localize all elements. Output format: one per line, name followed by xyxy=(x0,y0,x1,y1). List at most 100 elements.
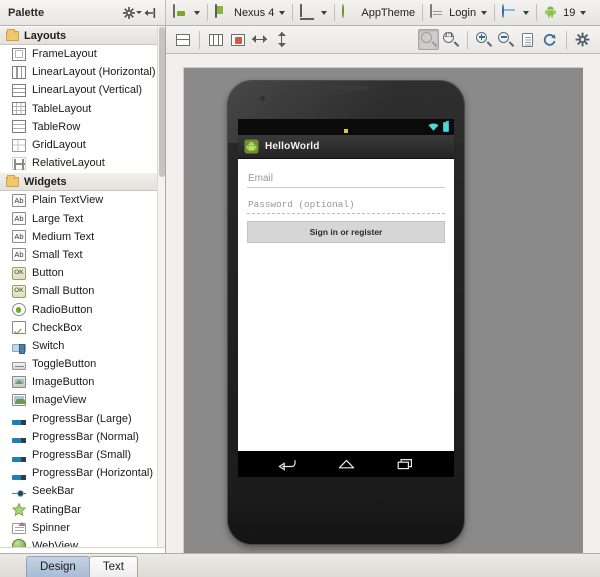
toolbar-separator xyxy=(207,4,208,21)
palette-item-label: Small Text xyxy=(32,248,83,261)
zoom-fit-icon[interactable] xyxy=(418,29,439,50)
button-ok-icon: OK xyxy=(12,266,26,280)
palette-item-relativelayout[interactable]: RelativeLayout xyxy=(0,154,158,173)
palette-item-ratingbar[interactable]: RatingBar xyxy=(0,500,158,519)
palette-item-linearlayout-vertical[interactable]: LinearLayout (Vertical) xyxy=(0,81,158,100)
tab-text[interactable]: Text xyxy=(88,556,138,577)
palette-item-switch[interactable]: Switch xyxy=(0,336,158,355)
palette-item-gridlayout[interactable]: GridLayout xyxy=(0,135,158,155)
palette-item-plain-textview[interactable]: Ab Plain TextView xyxy=(0,191,158,210)
palette-item-label: RatingBar xyxy=(32,503,81,516)
toolbar-item-api-level[interactable]: 19 xyxy=(540,2,590,23)
home-icon[interactable] xyxy=(337,457,356,471)
vertical-resize-icon[interactable] xyxy=(271,29,292,50)
recents-icon[interactable] xyxy=(396,457,415,471)
folder-icon xyxy=(6,174,19,187)
editor-bottom-bar: Design Text xyxy=(0,553,600,577)
layout-content[interactable]: Email Password (optional) Sign in or reg… xyxy=(238,159,454,451)
toolbar-item-device[interactable]: Nexus 4 xyxy=(211,2,289,23)
palette-scrollbar[interactable] xyxy=(157,26,165,553)
palette-item-label: Small Button xyxy=(32,285,95,298)
toolbar-item-locale[interactable] xyxy=(498,2,533,23)
toolbar-separator xyxy=(467,30,468,49)
palette-item-label: TableRow xyxy=(32,120,81,133)
text-ab-icon: Ab xyxy=(12,248,26,262)
zoom-actual-size-icon[interactable]: 1:1 xyxy=(440,29,461,50)
device-sensor-right xyxy=(427,96,432,101)
palette-item-checkbox[interactable]: CheckBox xyxy=(0,318,158,337)
palette-item-tablelayout[interactable]: TableLayout xyxy=(0,99,158,118)
palette-item-label: RelativeLayout xyxy=(32,157,105,170)
toolbar-item-device-config[interactable] xyxy=(169,2,204,23)
switch-icon xyxy=(12,343,26,354)
device-screen[interactable]: HelloWorld Email Password (optional) Sig… xyxy=(238,119,454,477)
gear-icon[interactable] xyxy=(572,29,593,50)
wifi-icon xyxy=(428,123,439,131)
toolbar-item-activity[interactable]: Login xyxy=(426,2,491,23)
layout-marker-dot xyxy=(344,129,348,133)
palette-group-widgets[interactable]: Widgets xyxy=(0,172,158,192)
palette-item-linearlayout-horizontal[interactable]: LinearLayout (Horizontal) xyxy=(0,63,158,82)
folder-icon xyxy=(6,28,19,41)
palette-item-large-text[interactable]: Ab Large Text xyxy=(0,209,158,228)
gear-icon[interactable] xyxy=(122,4,142,22)
zoom-out-icon[interactable] xyxy=(495,29,516,50)
toolbar-separator xyxy=(536,4,538,21)
toolbar-item-theme[interactable]: AppTheme xyxy=(338,2,419,23)
theme-icon xyxy=(342,3,358,21)
palette-item-label: LinearLayout (Vertical) xyxy=(32,84,143,97)
toolbar-separator xyxy=(422,4,424,21)
palette-item-progressbar-large[interactable]: ProgressBar (Large) xyxy=(0,409,158,428)
palette-item-framelayout[interactable]: FrameLayout xyxy=(0,45,158,64)
editor-tabs: Design Text xyxy=(26,556,138,577)
palette-scrollbar-thumb[interactable] xyxy=(159,27,165,177)
relative-layout-icon xyxy=(12,156,26,170)
canvas-surface[interactable]: HelloWorld Email Password (optional) Sig… xyxy=(183,67,583,553)
back-icon[interactable] xyxy=(277,457,297,471)
palette-item-spinner[interactable]: Spinner xyxy=(0,518,158,537)
palette-item-tablerow[interactable]: TableRow xyxy=(0,117,158,136)
tab-design[interactable]: Design xyxy=(26,556,90,577)
columns-icon[interactable] xyxy=(205,29,226,50)
palette-item-imageview[interactable]: ImageView xyxy=(0,391,158,410)
palette-item-small-button[interactable]: OK Small Button xyxy=(0,282,158,301)
progress-bar-icon xyxy=(12,456,26,462)
frame-layout-icon xyxy=(12,47,26,61)
toolbar-item-orientation[interactable] xyxy=(296,2,331,23)
device-icon xyxy=(215,3,231,21)
palette-item-seekbar[interactable]: SeekBar xyxy=(0,482,158,501)
refresh-icon[interactable] xyxy=(539,29,560,50)
palette-item-togglebutton[interactable]: ToggleButton xyxy=(0,355,158,374)
device-preview-nexus-4[interactable]: HelloWorld Email Password (optional) Sig… xyxy=(228,81,464,544)
zoom-in-icon[interactable] xyxy=(473,29,494,50)
palette-group-layouts[interactable]: Layouts xyxy=(0,26,158,45)
document-icon[interactable] xyxy=(517,29,538,50)
password-field[interactable]: Password (optional) xyxy=(247,195,445,214)
render-error-icon[interactable] xyxy=(227,29,248,50)
toolbar-separator xyxy=(334,4,336,21)
collapse-panel-icon[interactable] xyxy=(141,4,159,22)
button-ok-icon: OK xyxy=(12,284,26,298)
chevron-down-icon xyxy=(481,10,488,15)
palette-item-small-text[interactable]: Ab Small Text xyxy=(0,245,158,265)
progress-bar-icon xyxy=(12,474,26,480)
email-placeholder: Email xyxy=(248,172,274,184)
palette-item-button[interactable]: OK Button xyxy=(0,264,158,283)
sign-in-or-register-button[interactable]: Sign in or register xyxy=(247,221,445,243)
email-field[interactable]: Email xyxy=(247,169,445,188)
rows-icon[interactable] xyxy=(172,29,193,50)
toolbar-separator xyxy=(494,4,496,21)
design-canvas[interactable]: HelloWorld Email Password (optional) Sig… xyxy=(166,54,600,553)
palette-item-imagebutton[interactable]: ImageButton xyxy=(0,373,158,392)
palette-item-progressbar-small[interactable]: ProgressBar (Small) xyxy=(0,445,158,465)
palette-item-progressbar-horizontal[interactable]: ProgressBar (Horizontal) xyxy=(0,464,158,483)
top-toolbar: Palette Nexus 4 AppTheme Login 19 xyxy=(0,0,600,26)
palette-item-progressbar-normal[interactable]: ProgressBar (Normal) xyxy=(0,427,158,446)
palette-panel: Layouts FrameLayout LinearLayout (Horizo… xyxy=(0,26,166,553)
palette-item-radiobutton[interactable]: RadioButton xyxy=(0,300,158,319)
theme-label: AppTheme xyxy=(361,6,416,19)
palette-item-medium-text[interactable]: Ab Medium Text xyxy=(0,227,158,246)
horizontal-resize-icon[interactable] xyxy=(249,29,270,50)
palette-panel-header: Palette xyxy=(0,0,166,25)
palette-list: Layouts FrameLayout LinearLayout (Horizo… xyxy=(0,26,158,553)
